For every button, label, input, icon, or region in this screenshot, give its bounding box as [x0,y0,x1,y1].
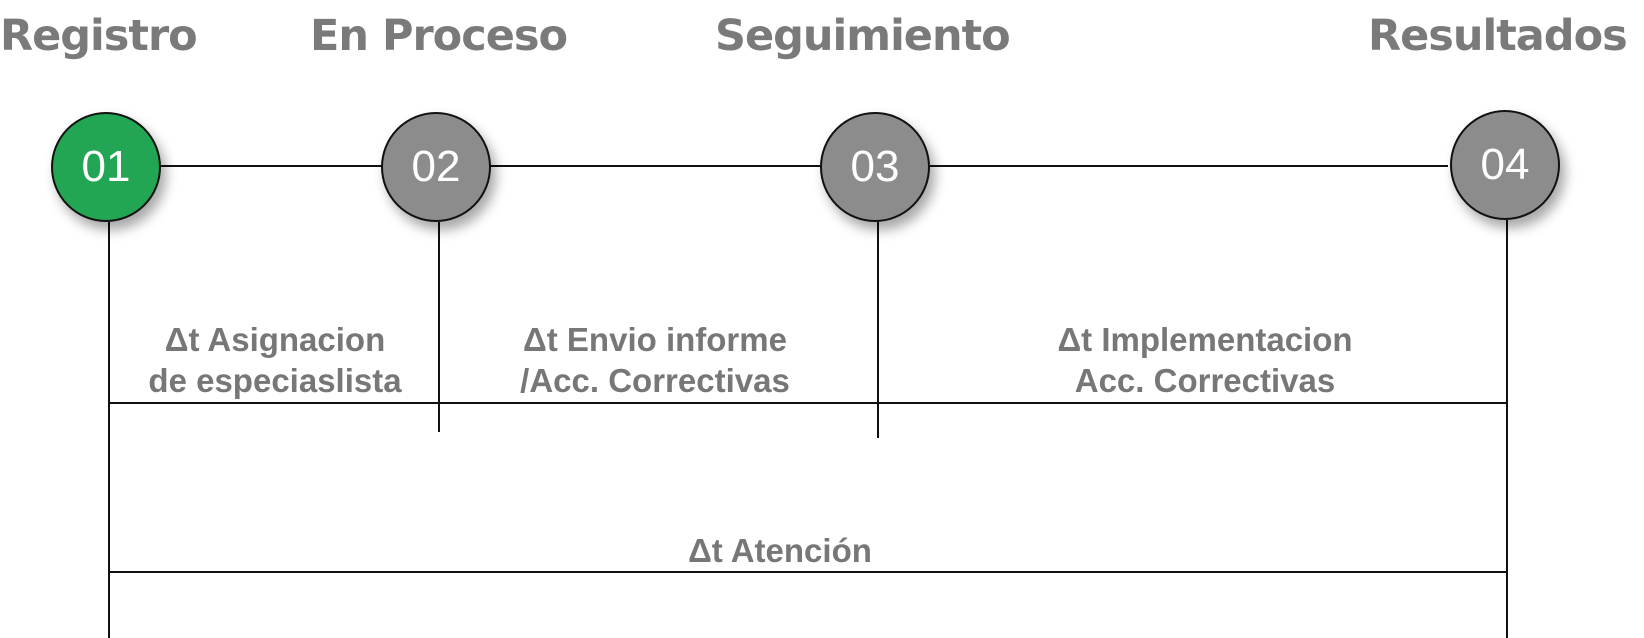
stage-title-resultados: Resultados [1368,11,1628,61]
stage-title-en-proceso: En Proceso [310,11,568,61]
step-circle-03: 03 [820,112,930,222]
interval-label-line: Acc. Correctivas [1074,362,1336,399]
connector-03-04 [930,165,1448,167]
step-circle-02: 02 [381,112,491,222]
step-circle-01: 01 [51,112,161,222]
interval-label-envio-informe: Δt Envio informe /Acc. Correctivas [500,319,810,401]
interval-label-line: Δt Envio informe [523,321,787,358]
timeline-line-01 [108,222,110,638]
connector-02-03 [490,165,822,167]
interval-label-implementacion: Δt Implementacion Acc. Correctivas [1035,319,1375,401]
total-interval-line [108,571,1508,573]
stage-title-seguimiento: Seguimiento [715,11,1011,61]
interval-label-asignacion: Δt Asignacion de especiaslista [130,319,420,401]
timeline-line-02 [438,222,440,432]
stage-title-registro: Registro [0,11,198,61]
interval-label-line: Δt Implementacion [1057,321,1353,358]
step-circle-04: 04 [1450,110,1560,220]
timeline-line-04 [1506,220,1508,638]
interval-label-line: Δt Asignacion [164,321,386,358]
connector-01-02 [160,165,382,167]
interval-segments-line [108,402,1508,404]
interval-label-line: /Acc. Correctivas [520,362,790,399]
interval-label-line: de especiaslista [148,362,402,399]
timeline-line-03 [877,222,879,438]
total-interval-label: Δt Atención [688,532,872,569]
